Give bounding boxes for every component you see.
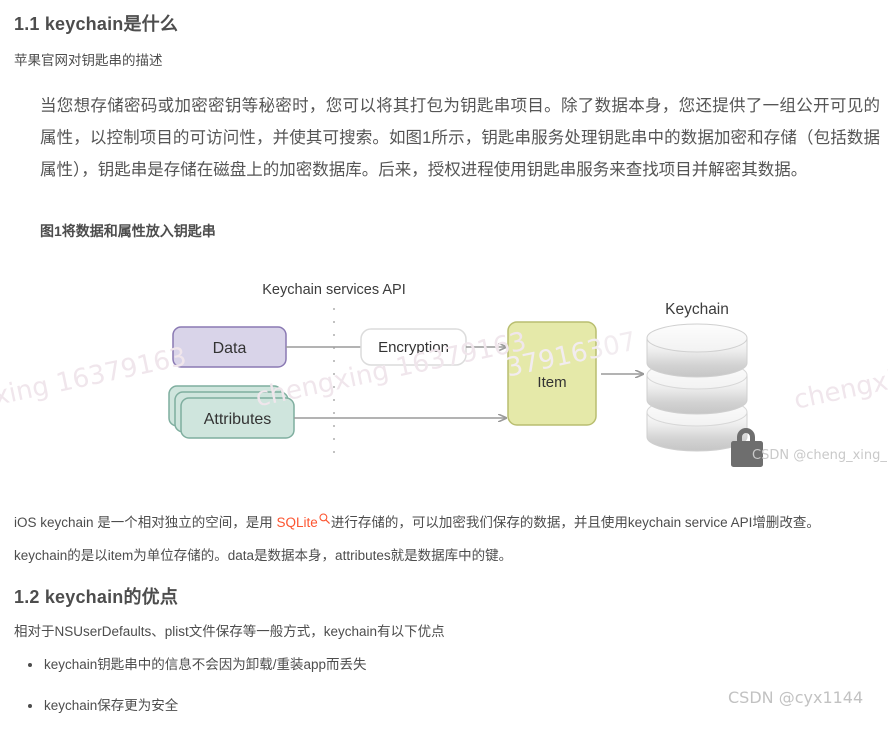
list-item: keychain钥匙串中的信息不会因为卸载/重装app而丢失 xyxy=(28,655,367,675)
node-attributes-label: Attributes xyxy=(204,411,272,428)
csdn-figure-tag: CSDN @cheng_xing_ xyxy=(752,448,887,463)
list-item: keychain保存更为安全 xyxy=(28,696,367,716)
database-cylinder-icon xyxy=(646,323,748,452)
node-item-label: Item xyxy=(537,374,566,391)
sqlite-link-label: SQLite xyxy=(276,515,318,530)
node-data: Data xyxy=(172,326,287,368)
subtitle-apple-description: 苹果官网对钥匙串的描述 xyxy=(14,53,163,68)
node-encryption-label: Encryption xyxy=(378,339,449,356)
diagram-title: Keychain services API xyxy=(262,282,405,298)
paragraph-item-storage: keychain的是以item为单位存储的。data是数据本身，attribut… xyxy=(14,548,513,563)
document-page: 1.1 keychain是什么 苹果官网对钥匙串的描述 当您想存储密码或加密密钥… xyxy=(0,0,888,719)
sqlite-link[interactable]: SQLite xyxy=(277,515,318,530)
paragraph-comparison-intro: 相对于NSUserDefaults、plist文件保存等一般方式，keychai… xyxy=(14,624,445,639)
node-item: Item xyxy=(507,321,597,426)
paragraph-ios-suffix: 进行存储的，可以加密我们保存的数据，并且使用keychain service A… xyxy=(330,515,820,530)
paragraph-ios-prefix: iOS keychain 是一个相对独立的空间，是用 xyxy=(14,515,277,530)
search-icon xyxy=(319,510,330,524)
node-keychain-label: Keychain xyxy=(665,301,729,318)
figure-caption: 图1将数据和属性放入钥匙串 xyxy=(40,223,216,239)
paragraph-ios-keychain: iOS keychain 是一个相对独立的空间，是用 SQLite 进行存储的，… xyxy=(14,510,820,533)
page-title-section-1-1: 1.1 keychain是什么 xyxy=(14,14,179,34)
advantages-list: keychain钥匙串中的信息不会因为卸载/重装app而丢失 keychain保… xyxy=(14,655,367,737)
csdn-page-tag: CSDN @cyx1144 xyxy=(728,688,864,707)
node-attributes: Attributes xyxy=(168,385,295,439)
node-encryption: Encryption xyxy=(360,328,467,366)
quote-block: 当您想存储密码或加密密钥等秘密时，您可以将其打包为钥匙串项目。除了数据本身，您还… xyxy=(40,97,880,179)
node-data-label: Data xyxy=(213,340,247,357)
page-title-section-1-2: 1.2 keychain的优点 xyxy=(14,587,179,607)
